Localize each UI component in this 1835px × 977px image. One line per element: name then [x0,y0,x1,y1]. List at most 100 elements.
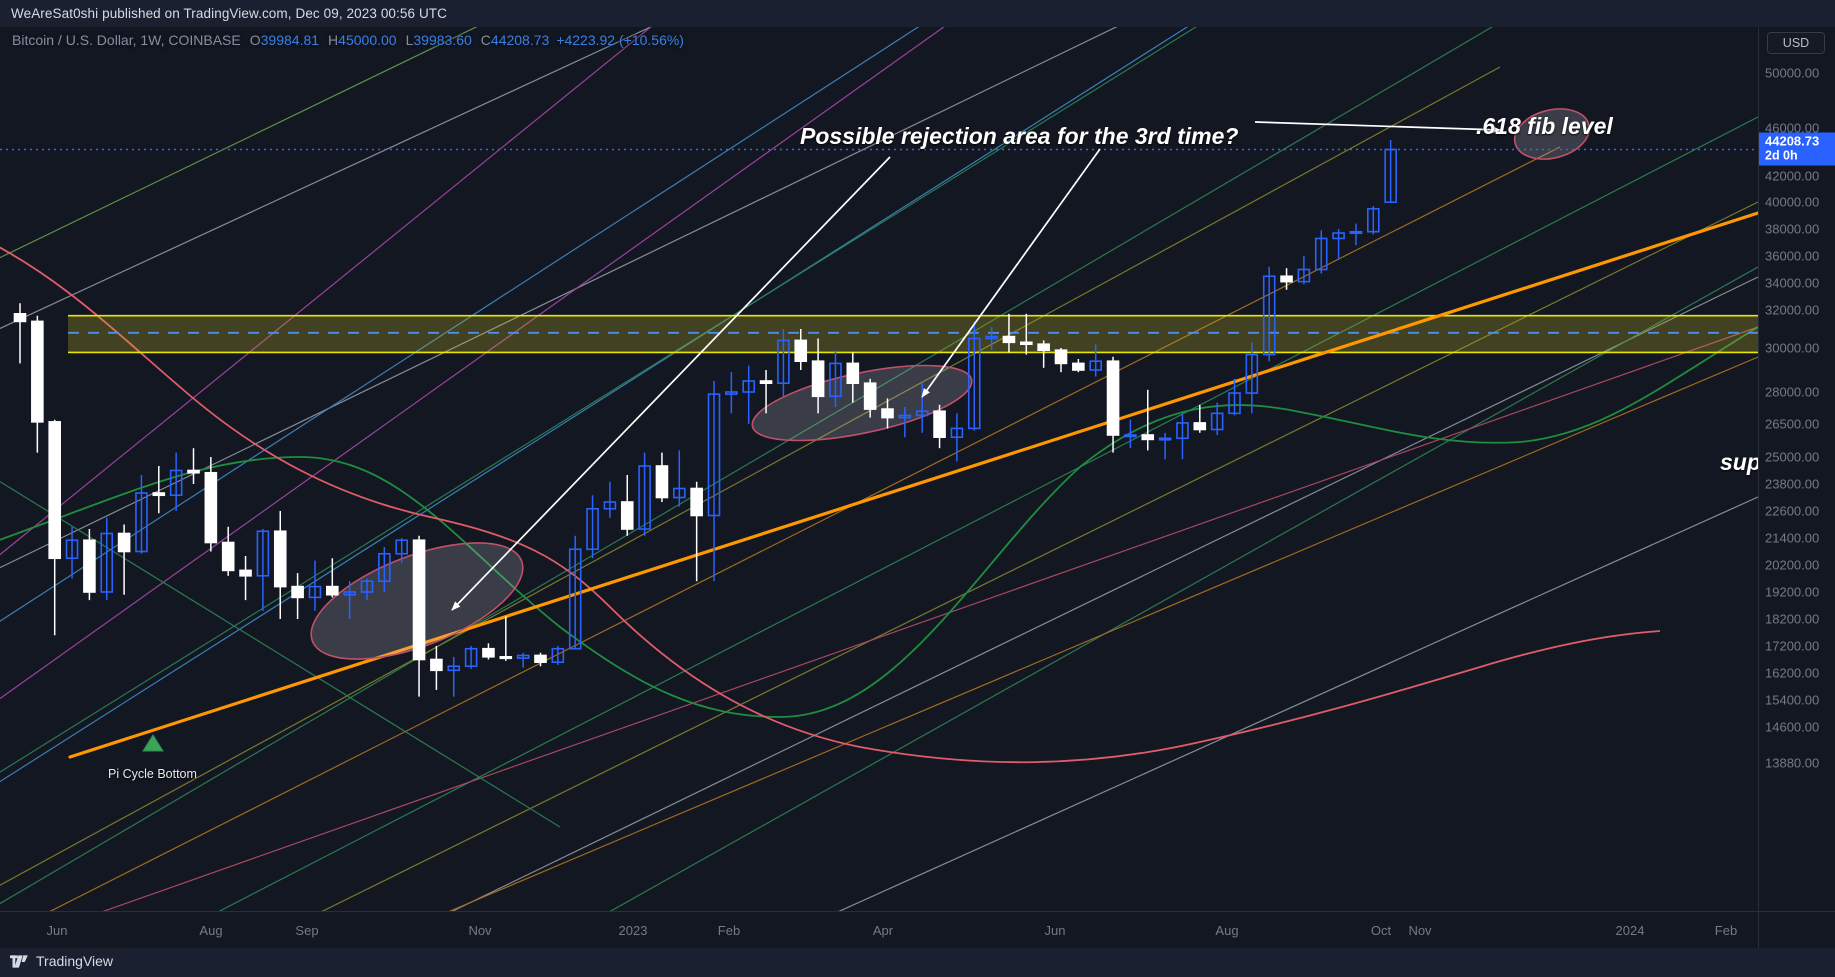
fan-line-12 [0,66,1501,886]
candlestick[interactable] [1141,389,1155,451]
price-axis[interactable]: USD 50000.00 46000.00 42000.00 40000.00 3800… [1758,27,1835,911]
candlestick[interactable] [325,558,339,598]
arrow-to-fib-ellipse[interactable] [1254,121,1501,134]
tradingview-chart-screenshot: WeAreSat0shi published on TradingView.co… [0,0,1835,977]
price-tick: 13880.00 [1765,755,1820,771]
price-tick: 40000.00 [1765,194,1820,210]
footer-bar: TradingView [0,948,1835,977]
candlestick[interactable] [1072,359,1085,373]
candlestick[interactable] [273,511,287,619]
chart-pane[interactable]: Bitcoin / U.S. Dollar, 1W, COINBASE O3998… [0,27,1758,911]
candlestick[interactable] [1297,256,1311,285]
candle-body [794,339,808,362]
candlestick[interactable] [620,475,634,536]
candlestick[interactable] [1037,340,1050,368]
price-tick: 32000.00 [1765,302,1820,318]
candlestick[interactable] [1106,356,1120,453]
currency-button[interactable]: USD [1767,32,1825,54]
rising-trendline[interactable] [68,211,1758,759]
annotation-rejection-text[interactable]: Possible rejection area for the 3rd time… [800,123,1238,150]
candlestick[interactable] [1314,230,1328,274]
candlestick[interactable] [308,560,322,611]
candlestick[interactable] [100,517,114,601]
candlestick[interactable] [1124,419,1137,449]
candlestick[interactable] [430,646,443,690]
price-tick: 42000.00 [1765,168,1820,184]
candlestick[interactable] [1210,402,1224,435]
candle-body [221,541,235,572]
candle-body [325,585,339,596]
tradingview-logo-icon [10,954,28,968]
candlestick[interactable] [83,529,96,601]
price-tick: 30000.00 [1765,340,1820,356]
tradingview-logo-text: TradingView [36,953,114,969]
candlestick[interactable] [412,535,426,697]
attribution-bar: WeAreSat0shi published on TradingView.co… [0,0,1835,27]
candle-body [239,569,252,577]
annotation-support-text[interactable]: sup [1720,449,1758,476]
candlestick[interactable] [482,643,495,660]
candle-body [291,585,304,599]
time-axis[interactable]: Jun Aug Sep Nov 2023 Feb Apr Jun Aug Oct Nov 2024 Fe… [0,911,1835,949]
candlestick[interactable] [31,315,44,453]
candlestick[interactable] [534,652,547,667]
candlestick[interactable] [638,452,651,536]
candlestick[interactable] [603,481,617,518]
symbol-name[interactable]: Bitcoin / U.S. Dollar, 1W, COINBASE [12,32,241,48]
candlestick[interactable] [187,448,200,484]
candlestick[interactable] [204,457,218,552]
candle-body [620,501,634,530]
candlestick[interactable] [1332,229,1345,259]
candlestick[interactable] [169,452,183,511]
candlestick[interactable] [933,404,946,449]
chart-canvas [0,27,1758,911]
candlestick[interactable] [256,529,270,611]
price-tick: 23800.00 [1765,476,1820,492]
candlestick[interactable] [13,303,27,364]
symbol-legend: Bitcoin / U.S. Dollar, 1W, COINBASE O3998… [12,32,684,48]
change-value: +4223.92 (+10.56%) [556,32,684,48]
candlestick[interactable] [239,556,252,601]
candlestick[interactable] [1054,348,1068,373]
candlestick[interactable] [291,573,304,619]
candlestick[interactable] [1349,223,1363,246]
rejection-ellipse-upper[interactable] [746,350,978,455]
candle-body [273,530,287,588]
candlestick[interactable] [742,365,756,424]
candle-body [13,312,27,323]
candlestick[interactable] [672,450,686,507]
candle-body [1193,422,1207,431]
candlestick[interactable] [655,452,669,502]
candlestick[interactable] [48,419,62,636]
time-tick: Feb [1714,923,1738,938]
time-tick: Aug [199,923,223,938]
price-tick: 21400.00 [1765,530,1820,546]
candlestick[interactable] [1158,432,1172,460]
candle-body [187,469,200,474]
candlestick[interactable] [551,646,565,665]
candlestick[interactable] [1367,206,1380,235]
candlestick[interactable] [464,646,478,669]
fan-line-17 [0,27,478,259]
candlestick[interactable] [516,652,530,668]
candle-body [499,655,513,660]
candlestick[interactable] [690,481,703,582]
price-tick: 22600.00 [1765,503,1820,519]
time-tick: Apr [872,923,894,938]
candlestick[interactable] [152,466,166,514]
candlestick[interactable] [1280,268,1293,290]
price-tick: 38000.00 [1765,221,1820,237]
high-key: H [328,32,339,48]
annotation-fib-text[interactable]: .618 fib level [1476,113,1613,140]
fan-line-0 [0,27,652,330]
candlestick[interactable] [499,616,513,661]
tradingview-logo[interactable]: TradingView [10,953,113,969]
candlestick[interactable] [117,524,131,595]
candle-body [482,647,495,658]
candlestick[interactable] [586,495,599,559]
candlestick[interactable] [1176,413,1189,460]
candlestick[interactable] [725,372,738,414]
price-tick: 17200.00 [1765,638,1820,654]
candlestick[interactable] [447,656,461,697]
fan-line-4 [0,27,652,556]
